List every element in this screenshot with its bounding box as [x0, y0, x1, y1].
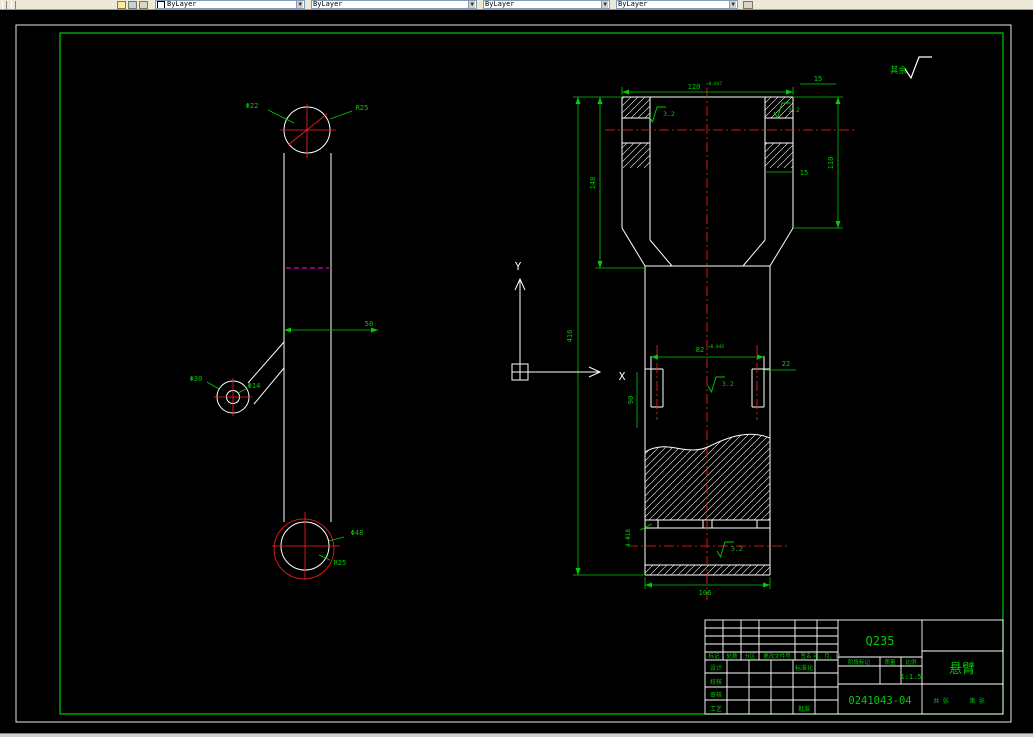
material-value: Q235 — [866, 634, 895, 648]
toolbar-button[interactable] — [743, 0, 753, 9]
plotstyle-control-value: ByLayer — [618, 0, 648, 8]
drawing-number: 0241043-04 — [848, 695, 911, 707]
sign-process: 工艺 — [710, 705, 722, 713]
field-weight: 质量 — [884, 658, 896, 666]
part-name: 悬臂 — [949, 662, 975, 677]
lineweight-control-value: ByLayer — [485, 0, 515, 8]
sign-design: 设计 — [710, 664, 722, 672]
dim-slot-span: 82 — [696, 346, 704, 354]
layer-previous-icon[interactable] — [139, 0, 148, 9]
left-view-dim-lines — [206, 109, 378, 561]
field-sheet-total: 共 张 — [933, 697, 949, 705]
linetype-control-value: ByLayer — [313, 0, 343, 8]
toolbar-grip[interactable] — [11, 0, 16, 9]
left-view: Φ22 R25 50 Φ30 Φ14 Φ48 R25 — [190, 102, 378, 580]
sheet-frame — [15, 24, 1012, 723]
dim-base-holes: 4-Φ18 — [625, 529, 632, 547]
color-swatch-icon — [157, 1, 165, 8]
dim-notch-width: 22 — [782, 360, 790, 368]
toolbar-grip[interactable] — [2, 0, 7, 9]
field-sheet-index: 第 张 — [969, 697, 985, 705]
dim-pad-width: 15 — [814, 75, 822, 83]
sign-review: 审核 — [710, 691, 722, 699]
general-roughness-note: 其余 — [890, 56, 932, 80]
rev-header-count: 处数 — [726, 652, 738, 660]
title-block-text: Q235 悬臂 0241043-04 1:1.5 标记 处数 分区 更改文件号 … — [708, 634, 984, 713]
ucs-icon: Y X — [511, 260, 626, 383]
ucs-x-label: X — [619, 370, 626, 383]
lineweight-control[interactable]: ByLayer ▼ — [483, 0, 610, 9]
roughness-value: 3.2 — [722, 380, 734, 388]
rev-header-mark: 标记 — [708, 652, 720, 660]
left-view-dim-text: Φ22 R25 50 Φ30 Φ14 Φ48 R25 — [190, 102, 374, 567]
dim-fork-span: 120 — [688, 83, 701, 91]
title-block: Q235 悬臂 0241043-04 1:1.5 标记 处数 分区 更改文件号 … — [704, 619, 1004, 715]
dim-arm-height: 110 — [827, 157, 835, 170]
make-layer-current-icon[interactable] — [128, 0, 137, 9]
field-stage: 阶段标记 — [848, 658, 871, 666]
roughness-value: 3.2 — [731, 545, 743, 553]
ucs-y-label: Y — [515, 260, 522, 273]
general-note-text: 其余 — [890, 65, 908, 76]
plotstyle-control[interactable]: ByLayer ▼ — [616, 0, 738, 9]
rev-header-sign: 签名 — [800, 652, 811, 660]
roughness-value: 3.2 — [663, 110, 675, 118]
dim-arm-width: 50 — [365, 320, 373, 328]
dim-bottom-hole-dia: Φ48 — [351, 529, 364, 537]
chevron-down-icon[interactable]: ▼ — [296, 1, 303, 8]
dim-top-radius: R25 — [356, 104, 369, 112]
drawing-viewport[interactable]: Φ22 R25 50 Φ30 Φ14 Φ48 R25 120 +0.047 15… — [0, 10, 1033, 733]
dim-slot-span-tol: +0.046 — [708, 344, 725, 350]
chevron-down-icon[interactable]: ▼ — [729, 1, 736, 8]
left-view-centerlines — [214, 104, 340, 580]
field-scale: 比例 — [905, 658, 917, 666]
dim-boss-hole-dia: Φ14 — [248, 382, 261, 390]
properties-toolbar: ByLayer ▼ ByLayer ▼ ByLayer ▼ ByLayer ▼ — [0, 0, 1033, 10]
rev-header-date: 年、月、日 — [813, 652, 841, 660]
dim-arm-width: 15 — [800, 169, 808, 177]
rev-header-doc: 更改文件号 — [763, 652, 791, 660]
window-bottom-edge — [0, 733, 1033, 737]
dim-overall-height: 416 — [566, 330, 574, 343]
dim-fork-height: 148 — [589, 177, 597, 190]
chevron-down-icon[interactable]: ▼ — [468, 1, 475, 8]
sign-standard: 标准化 — [795, 664, 813, 672]
left-view-outline — [216, 106, 332, 571]
roughness-check-icon — [904, 56, 932, 80]
rev-header-zone: 分区 — [744, 652, 756, 660]
linetype-control[interactable]: ByLayer ▼ — [311, 0, 477, 9]
chevron-down-icon[interactable]: ▼ — [601, 1, 608, 8]
color-control[interactable]: ByLayer ▼ — [155, 0, 305, 9]
sign-approve: 批准 — [798, 705, 810, 713]
roughness-value: 3.2 — [788, 106, 800, 114]
scale-value: 1:1.5 — [900, 673, 921, 681]
dim-base-width: 106 — [699, 589, 712, 597]
dim-boss-dia: Φ30 — [190, 375, 203, 383]
color-control-value: ByLayer — [167, 0, 197, 8]
dim-slot-depth: 90 — [627, 396, 635, 404]
dim-top-hole-dia: Φ22 — [246, 102, 259, 110]
right-view: 120 +0.047 15 148 110 416 15 82 +0.046 2… — [566, 75, 855, 600]
layer-properties-icon[interactable] — [117, 0, 126, 9]
dim-fork-span-tol: +0.047 — [706, 81, 723, 87]
toolbar-spacer — [18, 0, 116, 9]
section-hatching — [622, 97, 793, 575]
dim-bottom-radius: R25 — [334, 559, 347, 567]
sign-check: 校核 — [710, 678, 722, 686]
